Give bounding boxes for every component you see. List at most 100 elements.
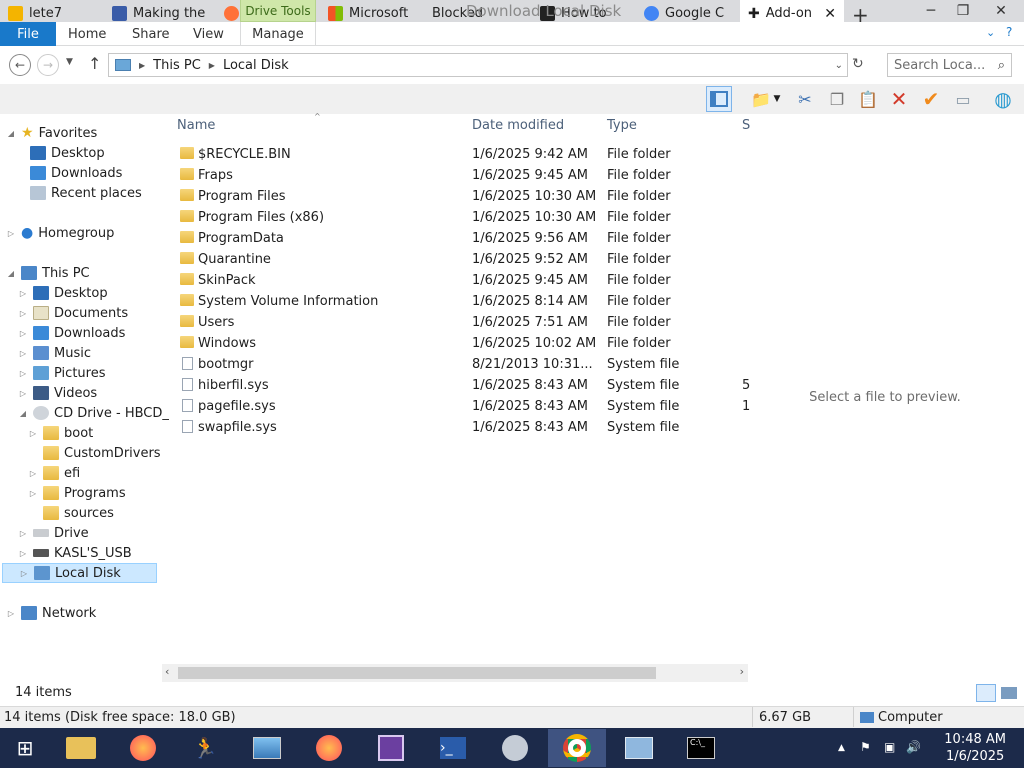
horizontal-scrollbar[interactable]: ‹ › <box>162 664 748 682</box>
expand-arrow-icon[interactable]: ▷ <box>28 489 38 498</box>
nav-favorites-downloads[interactable]: Downloads <box>30 163 122 183</box>
tab-share[interactable]: Share <box>132 22 170 46</box>
taskbar-file-explorer[interactable] <box>52 729 110 767</box>
tab-file[interactable]: File <box>0 22 56 46</box>
tray-overflow-icon[interactable]: ▲ <box>838 743 845 753</box>
expand-arrow-icon[interactable]: ▷ <box>18 549 28 558</box>
file-row[interactable]: swapfile.sys 1/6/2025 8:43 AM System file <box>176 418 746 439</box>
refresh-icon[interactable]: ↻ <box>852 56 864 72</box>
minimize-button[interactable]: ─ <box>916 0 946 22</box>
cut-icon[interactable]: ✂ <box>792 86 818 112</box>
tab-home[interactable]: Home <box>68 22 106 46</box>
file-row[interactable]: SkinPack 1/6/2025 9:45 AM File folder <box>176 271 746 292</box>
breadcrumb-local-disk[interactable]: Local Disk <box>223 58 289 73</box>
tab-view[interactable]: View <box>193 22 224 46</box>
file-row[interactable]: bootmgr 8/21/2013 10:31... System file <box>176 355 746 376</box>
system-clock[interactable]: 10:48 AM 1/6/2025 <box>944 731 1006 765</box>
expand-arrow-icon[interactable]: ▷ <box>18 329 28 338</box>
expand-arrow-icon[interactable]: ▷ <box>28 469 38 478</box>
flag-icon[interactable]: ⚑ <box>860 740 871 754</box>
taskbar-powershell[interactable]: ›_ <box>424 729 482 767</box>
nav-pc-videos[interactable]: ▷ Videos <box>18 383 97 403</box>
nav-this-pc[interactable]: ◢ This PC <box>6 263 90 283</box>
expand-arrow-icon[interactable]: ▷ <box>6 229 16 238</box>
collapse-arrow-icon[interactable]: ◢ <box>6 269 16 278</box>
nav-cd-drive[interactable]: ◢ CD Drive - HBCD_ <box>18 403 169 423</box>
expand-arrow-icon[interactable]: ▷ <box>18 389 28 398</box>
file-row[interactable]: Quarantine 1/6/2025 9:52 AM File folder <box>176 250 746 271</box>
scroll-left-icon[interactable]: ‹ <box>165 665 169 678</box>
file-row[interactable]: Program Files (x86) 1/6/2025 10:30 AM File… <box>176 208 746 229</box>
nav-pc-music[interactable]: ▷ Music <box>18 343 91 363</box>
file-row[interactable]: Users 1/6/2025 7:51 AM File folder <box>176 313 746 334</box>
file-row[interactable]: pagefile.sys 1/6/2025 8:43 AM System file 1 <box>176 397 750 418</box>
column-header-date[interactable]: Date modified <box>472 118 564 133</box>
nav-cd-boot[interactable]: ▷ boot <box>28 423 93 443</box>
nav-homegroup[interactable]: ▷ ● Homegroup <box>6 223 114 243</box>
expand-ribbon-icon[interactable]: ⌄ <box>986 26 995 39</box>
nav-favorites[interactable]: ◢ ★ Favorites <box>6 123 97 143</box>
column-header-type[interactable]: Type <box>607 118 637 133</box>
properties-dropdown-icon[interactable]: ▼ <box>770 86 784 112</box>
expand-arrow-icon[interactable]: ▷ <box>18 289 28 298</box>
nav-cd-customdrivers[interactable]: CustomDrivers <box>28 443 161 463</box>
close-window-button[interactable]: ✕ <box>986 0 1016 22</box>
rename-icon[interactable]: ✔ <box>918 86 944 112</box>
forward-button[interactable]: → <box>37 54 59 76</box>
expand-arrow-icon[interactable]: ▷ <box>28 429 38 438</box>
collapse-arrow-icon[interactable]: ◢ <box>6 129 16 138</box>
file-row[interactable]: ProgramData 1/6/2025 9:56 AM File folder <box>176 229 746 250</box>
file-row[interactable]: Windows 1/6/2025 10:02 AM File folder <box>176 334 746 355</box>
nav-pc-documents[interactable]: ▷ Documents <box>18 303 128 323</box>
address-bar[interactable]: ▶ This PC ▶ Local Disk ⌄ <box>108 53 848 77</box>
scrollbar-thumb[interactable] <box>178 667 656 679</box>
up-button[interactable]: ↑ <box>88 54 101 73</box>
paste-icon[interactable]: 📋 <box>855 86 881 112</box>
maximize-button[interactable]: ❐ <box>948 0 978 22</box>
close-tab-icon[interactable]: ✕ <box>824 6 836 22</box>
nav-pc-pictures[interactable]: ▷ Pictures <box>18 363 106 383</box>
expand-arrow-icon[interactable]: ▷ <box>19 569 29 578</box>
recent-locations-icon[interactable]: ▼ <box>66 57 73 67</box>
nav-pc-downloads[interactable]: ▷ Downloads <box>18 323 125 343</box>
file-row[interactable]: Fraps 1/6/2025 9:45 AM File folder <box>176 166 746 187</box>
taskbar-firefox[interactable] <box>114 729 172 767</box>
address-dropdown-icon[interactable]: ⌄ <box>835 60 843 71</box>
nav-network[interactable]: ▷ Network <box>6 603 96 623</box>
nav-cd-efi[interactable]: ▷ efi <box>28 463 80 483</box>
search-input[interactable]: Search Loca... ⌕ <box>887 53 1012 77</box>
nav-cd-programs[interactable]: ▷ Programs <box>28 483 126 503</box>
nav-usb[interactable]: ▷ KASL'S_USB <box>18 543 132 563</box>
column-header-name[interactable]: Name <box>177 118 215 133</box>
globe-icon[interactable]: ◍ <box>990 86 1016 112</box>
taskbar-firefox-2[interactable] <box>300 729 358 767</box>
nav-favorites-desktop[interactable]: Desktop <box>30 143 105 163</box>
delete-icon[interactable]: ✕ <box>886 86 912 112</box>
start-button[interactable]: ⊞ <box>0 729 50 767</box>
expand-arrow-icon[interactable]: ▷ <box>18 369 28 378</box>
taskbar-chrome[interactable] <box>548 729 606 767</box>
taskbar-command-prompt[interactable]: C:\_ <box>672 729 730 767</box>
expand-arrow-icon[interactable]: ▷ <box>18 309 28 318</box>
expand-arrow-icon[interactable]: ▷ <box>18 529 28 538</box>
file-row[interactable]: System Volume Information 1/6/2025 8:14 A… <box>176 292 746 313</box>
network-status-icon[interactable]: ▣ <box>884 740 895 754</box>
tab-manage[interactable]: Manage <box>240 22 316 46</box>
nav-recent-places[interactable]: Recent places <box>30 183 142 203</box>
file-row[interactable]: hiberfil.sys 1/6/2025 8:43 AM System file 5 <box>176 376 750 397</box>
help-icon[interactable]: ? <box>1006 25 1012 39</box>
taskbar-runner-app[interactable]: 🏃 <box>176 729 234 767</box>
nav-pc-desktop[interactable]: ▷ Desktop <box>18 283 108 303</box>
scroll-right-icon[interactable]: › <box>740 665 744 678</box>
expand-arrow-icon[interactable]: ▷ <box>6 609 16 618</box>
large-icons-view-icon[interactable] <box>1001 687 1017 699</box>
breadcrumb-this-pc[interactable]: This PC <box>153 58 201 73</box>
details-view-icon[interactable] <box>976 684 996 702</box>
column-header-size[interactable]: S <box>742 118 750 133</box>
nav-drive[interactable]: ▷ Drive <box>18 523 89 543</box>
file-row[interactable]: $RECYCLE.BIN 1/6/2025 9:42 AM File folder <box>176 145 746 166</box>
back-button[interactable]: ← <box>9 54 31 76</box>
taskbar-cpu-app[interactable] <box>362 729 420 767</box>
collapse-arrow-icon[interactable]: ◢ <box>18 409 28 418</box>
file-row[interactable]: Program Files 1/6/2025 10:30 AM File folde… <box>176 187 746 208</box>
